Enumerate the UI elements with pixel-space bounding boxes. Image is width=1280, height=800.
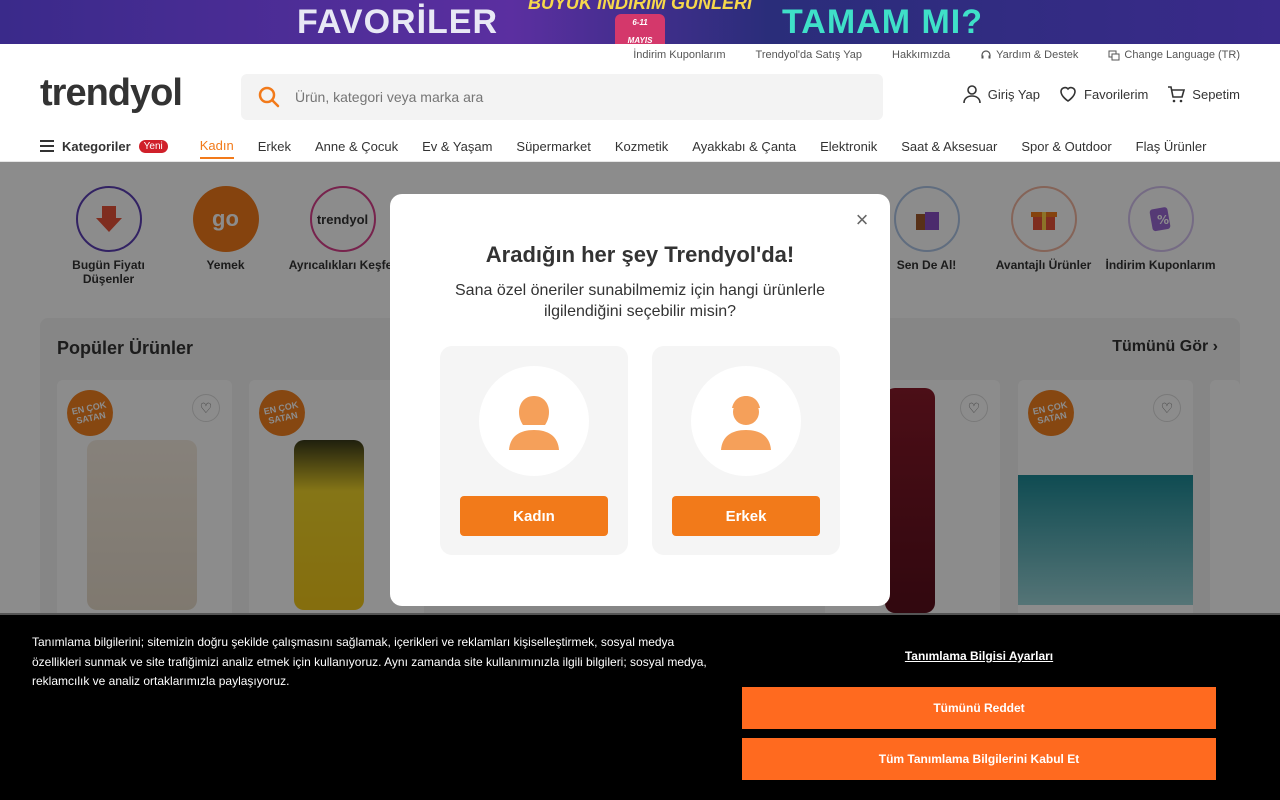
banner-date: 6-11 MAYIS [615,14,666,44]
accept-all-button[interactable]: Tüm Tanımlama Bilgilerini Kabul Et [742,738,1216,780]
male-choice-card[interactable]: Erkek [652,346,840,555]
banner-left-text: FAVORİLER [296,2,499,41]
headset-icon [981,50,991,59]
cookie-consent-bar: Tanımlama bilgilerini; sitemizin doğru ş… [0,613,1280,800]
gender-selection-modal: × Aradığın her şey Trendyol'da! Sana öze… [390,194,890,606]
top-link-sell[interactable]: Trendyol'da Satış Yap [756,49,862,61]
user-icon [962,85,981,104]
nav-item-supermarket[interactable]: Süpermarket [516,139,590,154]
login-label: Giriş Yap [987,86,1040,102]
banner-middle-title: BÜYÜK İNDİRİM GÜNLERİ [528,0,753,13]
cart-label: Sepetim [1192,86,1240,102]
top-link-help-label: Yardım & Destek [996,49,1079,61]
close-icon[interactable]: × [852,209,872,231]
modal-subtitle: Sana özel öneriler sunabilmemiz için han… [455,282,825,320]
login-link[interactable]: Giriş Yap [962,84,1040,104]
cookie-text: Tanımlama bilgilerini; sitemizin doğru ş… [32,635,707,688]
heart-icon [1060,86,1076,102]
nav-item-kozmetik[interactable]: Kozmetik [615,139,668,154]
nav-item-spor-outdoor[interactable]: Spor & Outdoor [1021,139,1111,154]
reject-all-button[interactable]: Tümünü Reddet [742,687,1216,729]
promo-banner[interactable]: FAVORİLER BÜYÜK İNDİRİM GÜNLERİ 6-11 MAY… [0,0,1280,44]
language-icon [1108,50,1120,61]
favorites-link[interactable]: Favorilerim [1058,84,1148,104]
search-bar[interactable] [241,74,883,120]
top-link-help[interactable]: Yardım & Destek [980,49,1078,61]
trendyol-logo[interactable]: trendyol [40,72,183,115]
male-avatar-icon [691,366,801,476]
female-avatar-icon [479,366,589,476]
male-button[interactable]: Erkek [672,496,820,536]
nav-item-saat-aksesuar[interactable]: Saat & Aksesuar [901,139,997,154]
category-nav: Kategoriler Yeni Kadın Erkek Anne & Çocu… [40,132,1240,160]
nav-item-erkek[interactable]: Erkek [258,139,291,154]
cart-link[interactable]: Sepetim [1166,84,1240,104]
banner-middle-text: BÜYÜK İNDİRİM GÜNLERİ 6-11 MAYIS [528,0,752,44]
top-link-coupons[interactable]: İndirim Kuponlarım [633,49,725,61]
favorites-label: Favorilerim [1084,86,1149,102]
nav-item-anne-cocuk[interactable]: Anne & Çocuk [315,139,398,154]
hamburger-icon [40,140,54,152]
nav-item-ayakkabi-canta[interactable]: Ayakkabı & Çanta [692,139,796,154]
banner-right-text: TAMAM MI? [782,2,984,41]
nav-item-ev-yasam[interactable]: Ev & Yaşam [422,139,492,154]
categories-menu[interactable]: Kategoriler Yeni [40,139,168,154]
user-actions: Giriş Yap Favorilerim Sepetim [962,84,1240,104]
nav-item-elektronik[interactable]: Elektronik [820,139,877,154]
nav-item-flas-urunler[interactable]: Flaş Ürünler [1136,139,1207,154]
cart-icon [1168,86,1186,103]
search-input[interactable] [295,89,855,105]
cookie-settings-link[interactable]: Tanımlama Bilgisi Ayarları [742,649,1216,663]
search-icon[interactable] [257,85,281,109]
female-choice-card[interactable]: Kadın [440,346,628,555]
nav-item-kadin[interactable]: Kadın [199,138,234,159]
female-button[interactable]: Kadın [460,496,608,536]
modal-title: Aradığın her şey Trendyol'da! [485,242,795,267]
top-link-language-label: Change Language (TR) [1124,49,1240,61]
top-link-language[interactable]: Change Language (TR) [1108,49,1240,61]
categories-label: Kategoriler [62,138,131,154]
new-badge: Yeni [138,139,168,153]
top-links: İndirim Kuponlarım Trendyol'da Satış Yap… [633,44,1240,66]
top-link-about[interactable]: Hakkımızda [892,49,950,61]
